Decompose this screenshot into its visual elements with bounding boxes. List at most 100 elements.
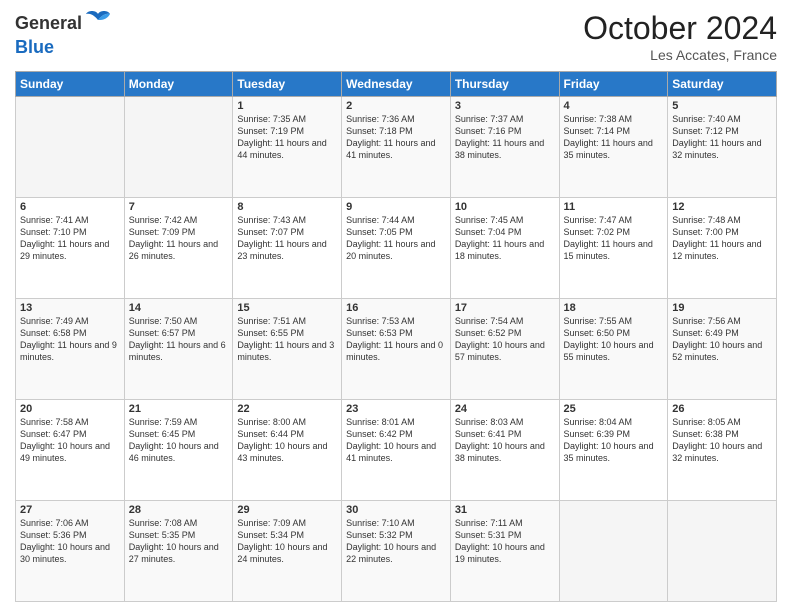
day-number: 1 (237, 100, 337, 112)
day-number: 28 (129, 504, 229, 516)
calendar-cell: 27Sunrise: 7:06 AM Sunset: 5:36 PM Dayli… (16, 501, 125, 602)
col-thursday: Thursday (450, 72, 559, 97)
title-block: October 2024 Les Accates, France (583, 10, 777, 63)
day-number: 21 (129, 403, 229, 415)
calendar-cell: 30Sunrise: 7:10 AM Sunset: 5:32 PM Dayli… (342, 501, 451, 602)
day-content: Sunrise: 8:04 AM Sunset: 6:39 PM Dayligh… (564, 416, 664, 465)
col-saturday: Saturday (668, 72, 777, 97)
day-number: 29 (237, 504, 337, 516)
day-content: Sunrise: 7:50 AM Sunset: 6:57 PM Dayligh… (129, 315, 229, 364)
location-subtitle: Les Accates, France (583, 47, 777, 63)
day-number: 2 (346, 100, 446, 112)
day-content: Sunrise: 7:10 AM Sunset: 5:32 PM Dayligh… (346, 517, 446, 566)
day-content: Sunrise: 7:56 AM Sunset: 6:49 PM Dayligh… (672, 315, 772, 364)
day-number: 18 (564, 302, 664, 314)
calendar-cell (559, 501, 668, 602)
day-content: Sunrise: 7:09 AM Sunset: 5:34 PM Dayligh… (237, 517, 337, 566)
calendar-cell: 17Sunrise: 7:54 AM Sunset: 6:52 PM Dayli… (450, 299, 559, 400)
day-content: Sunrise: 7:36 AM Sunset: 7:18 PM Dayligh… (346, 113, 446, 162)
day-number: 13 (20, 302, 120, 314)
day-number: 31 (455, 504, 555, 516)
day-number: 16 (346, 302, 446, 314)
calendar-cell: 9Sunrise: 7:44 AM Sunset: 7:05 PM Daylig… (342, 198, 451, 299)
calendar-cell: 21Sunrise: 7:59 AM Sunset: 6:45 PM Dayli… (124, 400, 233, 501)
col-sunday: Sunday (16, 72, 125, 97)
day-number: 3 (455, 100, 555, 112)
day-number: 23 (346, 403, 446, 415)
calendar-cell (16, 97, 125, 198)
day-content: Sunrise: 7:58 AM Sunset: 6:47 PM Dayligh… (20, 416, 120, 465)
day-number: 25 (564, 403, 664, 415)
calendar-cell: 15Sunrise: 7:51 AM Sunset: 6:55 PM Dayli… (233, 299, 342, 400)
day-number: 9 (346, 201, 446, 213)
calendar-cell: 31Sunrise: 7:11 AM Sunset: 5:31 PM Dayli… (450, 501, 559, 602)
calendar-cell: 3Sunrise: 7:37 AM Sunset: 7:16 PM Daylig… (450, 97, 559, 198)
calendar-cell: 20Sunrise: 7:58 AM Sunset: 6:47 PM Dayli… (16, 400, 125, 501)
day-content: Sunrise: 7:08 AM Sunset: 5:35 PM Dayligh… (129, 517, 229, 566)
calendar-cell: 7Sunrise: 7:42 AM Sunset: 7:09 PM Daylig… (124, 198, 233, 299)
calendar-cell: 24Sunrise: 8:03 AM Sunset: 6:41 PM Dayli… (450, 400, 559, 501)
day-content: Sunrise: 7:41 AM Sunset: 7:10 PM Dayligh… (20, 214, 120, 263)
day-number: 24 (455, 403, 555, 415)
col-monday: Monday (124, 72, 233, 97)
day-number: 5 (672, 100, 772, 112)
calendar-cell: 8Sunrise: 7:43 AM Sunset: 7:07 PM Daylig… (233, 198, 342, 299)
day-content: Sunrise: 7:45 AM Sunset: 7:04 PM Dayligh… (455, 214, 555, 263)
calendar-week-row: 6Sunrise: 7:41 AM Sunset: 7:10 PM Daylig… (16, 198, 777, 299)
calendar-cell: 13Sunrise: 7:49 AM Sunset: 6:58 PM Dayli… (16, 299, 125, 400)
day-content: Sunrise: 7:38 AM Sunset: 7:14 PM Dayligh… (564, 113, 664, 162)
day-content: Sunrise: 7:11 AM Sunset: 5:31 PM Dayligh… (455, 517, 555, 566)
calendar-cell: 26Sunrise: 8:05 AM Sunset: 6:38 PM Dayli… (668, 400, 777, 501)
day-content: Sunrise: 7:49 AM Sunset: 6:58 PM Dayligh… (20, 315, 120, 364)
calendar-week-row: 27Sunrise: 7:06 AM Sunset: 5:36 PM Dayli… (16, 501, 777, 602)
calendar-cell: 18Sunrise: 7:55 AM Sunset: 6:50 PM Dayli… (559, 299, 668, 400)
calendar-cell: 16Sunrise: 7:53 AM Sunset: 6:53 PM Dayli… (342, 299, 451, 400)
calendar-week-row: 13Sunrise: 7:49 AM Sunset: 6:58 PM Dayli… (16, 299, 777, 400)
calendar-week-row: 20Sunrise: 7:58 AM Sunset: 6:47 PM Dayli… (16, 400, 777, 501)
day-content: Sunrise: 7:42 AM Sunset: 7:09 PM Dayligh… (129, 214, 229, 263)
calendar-cell: 11Sunrise: 7:47 AM Sunset: 7:02 PM Dayli… (559, 198, 668, 299)
day-content: Sunrise: 7:40 AM Sunset: 7:12 PM Dayligh… (672, 113, 772, 162)
day-content: Sunrise: 7:48 AM Sunset: 7:00 PM Dayligh… (672, 214, 772, 263)
day-content: Sunrise: 7:53 AM Sunset: 6:53 PM Dayligh… (346, 315, 446, 364)
calendar-cell: 14Sunrise: 7:50 AM Sunset: 6:57 PM Dayli… (124, 299, 233, 400)
month-title: October 2024 (583, 10, 777, 47)
logo: General Blue (15, 10, 112, 58)
day-content: Sunrise: 8:01 AM Sunset: 6:42 PM Dayligh… (346, 416, 446, 465)
calendar-cell: 25Sunrise: 8:04 AM Sunset: 6:39 PM Dayli… (559, 400, 668, 501)
calendar-cell (124, 97, 233, 198)
col-friday: Friday (559, 72, 668, 97)
day-content: Sunrise: 7:06 AM Sunset: 5:36 PM Dayligh… (20, 517, 120, 566)
day-number: 4 (564, 100, 664, 112)
day-content: Sunrise: 7:44 AM Sunset: 7:05 PM Dayligh… (346, 214, 446, 263)
calendar-cell: 29Sunrise: 7:09 AM Sunset: 5:34 PM Dayli… (233, 501, 342, 602)
calendar-week-row: 1Sunrise: 7:35 AM Sunset: 7:19 PM Daylig… (16, 97, 777, 198)
calendar-cell: 12Sunrise: 7:48 AM Sunset: 7:00 PM Dayli… (668, 198, 777, 299)
calendar-cell: 5Sunrise: 7:40 AM Sunset: 7:12 PM Daylig… (668, 97, 777, 198)
col-tuesday: Tuesday (233, 72, 342, 97)
header: General Blue October 2024 Les Accates, F… (15, 10, 777, 63)
calendar-cell: 1Sunrise: 7:35 AM Sunset: 7:19 PM Daylig… (233, 97, 342, 198)
day-content: Sunrise: 8:00 AM Sunset: 6:44 PM Dayligh… (237, 416, 337, 465)
day-number: 6 (20, 201, 120, 213)
day-content: Sunrise: 8:03 AM Sunset: 6:41 PM Dayligh… (455, 416, 555, 465)
calendar-cell: 28Sunrise: 7:08 AM Sunset: 5:35 PM Dayli… (124, 501, 233, 602)
calendar-cell: 4Sunrise: 7:38 AM Sunset: 7:14 PM Daylig… (559, 97, 668, 198)
day-number: 22 (237, 403, 337, 415)
calendar-cell (668, 501, 777, 602)
day-content: Sunrise: 7:54 AM Sunset: 6:52 PM Dayligh… (455, 315, 555, 364)
day-number: 8 (237, 201, 337, 213)
day-number: 11 (564, 201, 664, 213)
logo-blue-text: Blue (15, 37, 54, 57)
day-content: Sunrise: 7:59 AM Sunset: 6:45 PM Dayligh… (129, 416, 229, 465)
calendar-header-row: Sunday Monday Tuesday Wednesday Thursday… (16, 72, 777, 97)
day-content: Sunrise: 8:05 AM Sunset: 6:38 PM Dayligh… (672, 416, 772, 465)
logo-bird-icon (84, 10, 112, 37)
day-number: 30 (346, 504, 446, 516)
calendar-cell: 10Sunrise: 7:45 AM Sunset: 7:04 PM Dayli… (450, 198, 559, 299)
day-number: 27 (20, 504, 120, 516)
page: General Blue October 2024 Les Accates, F… (0, 0, 792, 612)
day-number: 14 (129, 302, 229, 314)
day-content: Sunrise: 7:35 AM Sunset: 7:19 PM Dayligh… (237, 113, 337, 162)
col-wednesday: Wednesday (342, 72, 451, 97)
